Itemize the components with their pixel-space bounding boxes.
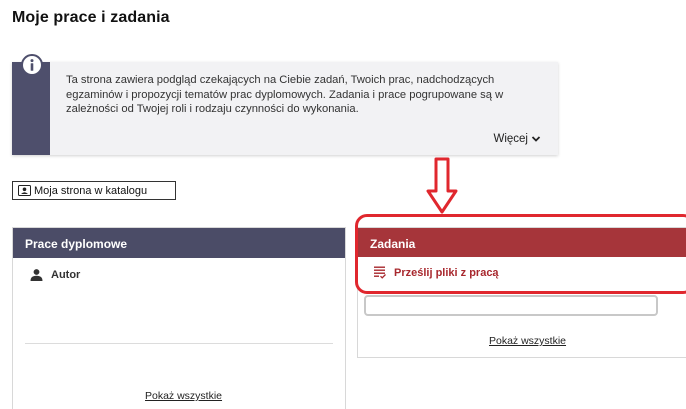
theses-show-all-link[interactable]: Pokaż wszystkie — [145, 390, 222, 402]
tasks-show-all-link[interactable]: Pokaż wszystkie — [489, 335, 566, 347]
id-card-icon — [18, 185, 31, 196]
catalog-button-label: Moja strona w katalogu — [34, 184, 148, 197]
info-text: Ta strona zawiera podgląd czekających na… — [66, 74, 504, 115]
catalog-page-button[interactable]: Moja strona w katalogu — [12, 181, 176, 200]
person-icon — [30, 269, 43, 281]
author-row: Autor — [13, 258, 345, 281]
page-title: Moje prace i zadania — [12, 9, 170, 26]
theses-panel-header: Prace dyplomowe — [13, 228, 345, 258]
info-box: Ta strona zawiera podgląd czekających na… — [12, 54, 558, 155]
down-arrow-icon — [426, 157, 458, 214]
theses-panel: Prace dyplomowe Autor Pokaż wszystkie — [12, 227, 346, 409]
empty-placeholder-bar — [364, 295, 658, 316]
more-label: Więcej — [493, 133, 528, 145]
annotation-highlight — [355, 214, 686, 294]
info-icon — [21, 54, 43, 76]
chevron-down-icon — [531, 136, 541, 142]
divider — [25, 343, 333, 344]
more-link[interactable]: Więcej — [493, 133, 541, 145]
author-label: Autor — [51, 269, 81, 281]
